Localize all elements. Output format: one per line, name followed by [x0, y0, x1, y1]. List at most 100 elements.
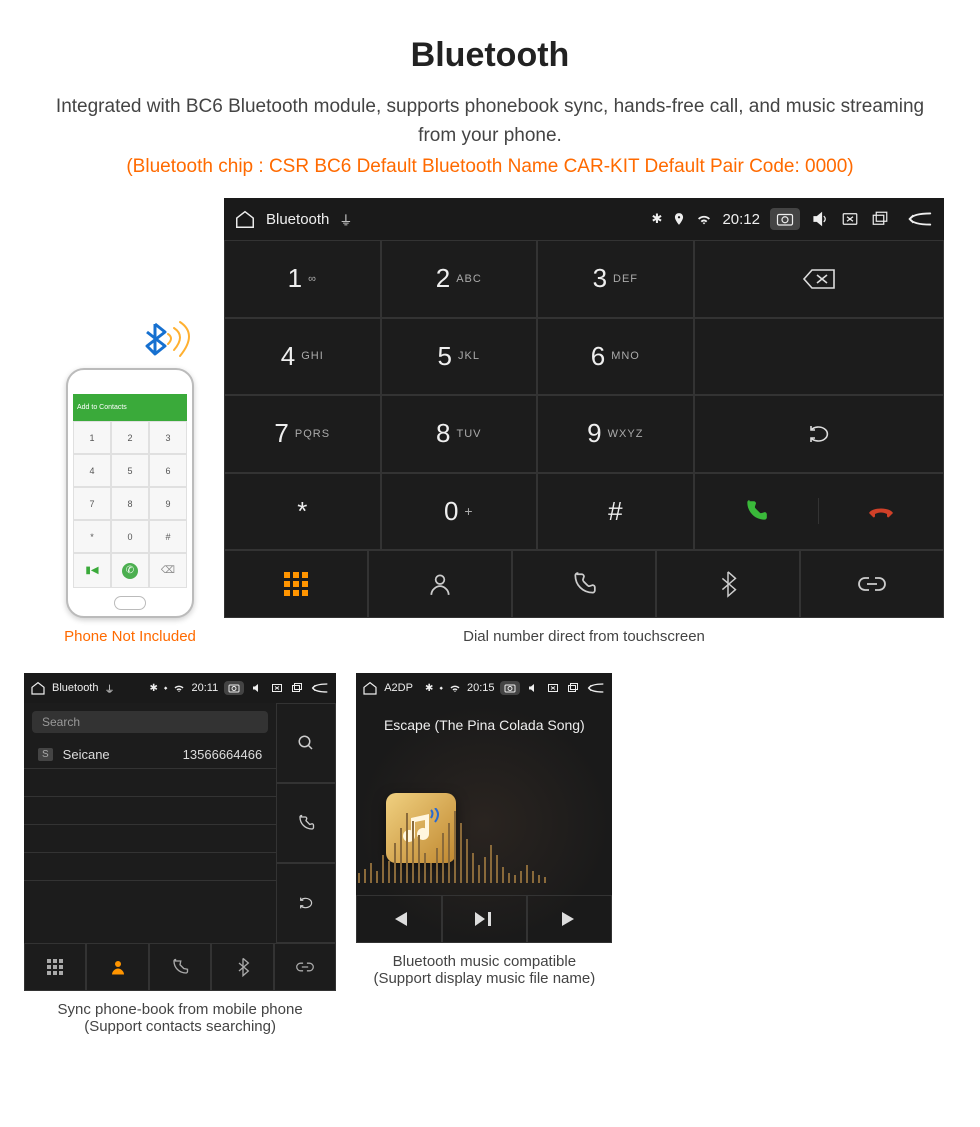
- back-icon[interactable]: [310, 681, 330, 695]
- visualizer-icon: [322, 803, 582, 883]
- tab-keypad[interactable]: [24, 943, 86, 991]
- gps-icon: ⬩: [164, 683, 168, 694]
- bluetooth-waves-icon: [130, 314, 200, 364]
- phone-key: #: [149, 520, 187, 553]
- app-title: A2DP: [384, 682, 413, 694]
- next-button[interactable]: [527, 895, 612, 943]
- contacts-icon: [427, 571, 453, 597]
- phone-key: 5: [111, 454, 149, 487]
- search-input[interactable]: Search: [32, 711, 268, 733]
- close-app-icon[interactable]: [270, 682, 284, 694]
- key-6[interactable]: 6MNO: [537, 318, 694, 396]
- back-icon[interactable]: [586, 681, 606, 695]
- key-9[interactable]: 9WXYZ: [537, 395, 694, 473]
- usb-icon: ⏚: [104, 681, 114, 696]
- key-4[interactable]: 4GHI: [224, 318, 381, 396]
- gps-icon: ⬩: [439, 683, 443, 694]
- volume-icon[interactable]: [810, 210, 830, 228]
- backspace-button[interactable]: [694, 240, 944, 318]
- hangup-button[interactable]: [819, 501, 943, 521]
- screenshot-icon[interactable]: [770, 208, 800, 230]
- phone-backspace-icon: ⌫: [149, 553, 187, 588]
- phone-key: 8: [111, 487, 149, 520]
- search-button[interactable]: [276, 703, 336, 783]
- home-icon[interactable]: [362, 680, 378, 696]
- recents-icon[interactable]: [290, 682, 304, 694]
- app-title: Bluetooth: [52, 682, 98, 694]
- phone-illustration: Add to Contacts 1 2 3 4 5 6 7 8 9 * 0 #: [66, 368, 194, 618]
- keypad-icon: [47, 959, 63, 975]
- tab-link[interactable]: [800, 550, 944, 618]
- key-0[interactable]: 0+: [381, 473, 538, 551]
- next-icon: [560, 910, 580, 928]
- blank-cell: [694, 318, 944, 396]
- contact-initial-badge: S: [38, 748, 53, 761]
- gps-icon: [672, 212, 686, 226]
- home-icon[interactable]: [234, 208, 256, 230]
- key-3[interactable]: 3DEF: [537, 240, 694, 318]
- phone-key: 0: [111, 520, 149, 553]
- tab-keypad[interactable]: [224, 550, 368, 618]
- tab-link[interactable]: [274, 943, 336, 991]
- screenshot-icon[interactable]: [224, 681, 244, 695]
- tab-contacts[interactable]: [368, 550, 512, 618]
- bluetooth-icon: [236, 957, 250, 977]
- recents-icon[interactable]: [870, 210, 890, 228]
- key-star[interactable]: *: [224, 473, 381, 551]
- wifi-icon: [173, 683, 185, 693]
- tab-bluetooth[interactable]: [211, 943, 273, 991]
- play-pause-button[interactable]: [442, 895, 527, 943]
- search-icon: [297, 734, 315, 752]
- usb-icon: ⏚: [339, 210, 352, 229]
- keypad-icon: [284, 572, 308, 596]
- phone-caption: Phone Not Included: [50, 628, 210, 645]
- contact-name: Seicane: [63, 747, 183, 762]
- music-panel: A2DP ✱ ⬩ 20:15 Escape (The Pina Colada S…: [356, 673, 612, 943]
- page-title: Bluetooth: [0, 36, 980, 75]
- recents-icon[interactable]: [566, 682, 580, 694]
- call-button[interactable]: [695, 498, 819, 524]
- bluetooth-status-icon: ✱: [425, 683, 433, 694]
- tab-contacts[interactable]: [86, 943, 148, 991]
- redial-button[interactable]: [694, 395, 944, 473]
- phone-key: *: [73, 520, 111, 553]
- phone-key: 7: [73, 487, 111, 520]
- refresh-icon: [296, 895, 316, 911]
- tab-bluetooth[interactable]: [656, 550, 800, 618]
- phone-key: 9: [149, 487, 187, 520]
- clock: 20:15: [467, 682, 495, 694]
- screenshot-icon[interactable]: [500, 681, 520, 695]
- volume-icon[interactable]: [250, 682, 264, 694]
- link-icon: [858, 573, 886, 595]
- tab-calllog[interactable]: [149, 943, 211, 991]
- key-5[interactable]: 5JKL: [381, 318, 538, 396]
- volume-icon[interactable]: [526, 682, 540, 694]
- close-app-icon[interactable]: [840, 210, 860, 228]
- spec-line: (Bluetooth chip : CSR BC6 Default Blueto…: [0, 156, 980, 178]
- app-title: Bluetooth: [266, 211, 329, 228]
- key-1[interactable]: 1∞: [224, 240, 381, 318]
- close-app-icon[interactable]: [546, 682, 560, 694]
- key-hash[interactable]: #: [537, 473, 694, 551]
- prev-button[interactable]: [356, 895, 441, 943]
- clock: 20:12: [722, 211, 760, 228]
- music-caption-1: Bluetooth music compatible: [356, 953, 612, 970]
- bluetooth-status-icon: ✱: [652, 211, 663, 227]
- home-icon[interactable]: [30, 680, 46, 696]
- contact-row-empty: [24, 797, 276, 825]
- dialer-panel: Bluetooth ⏚ ✱ 20:12 1∞ 2ABC 3DEF 4GHI 5: [224, 198, 944, 618]
- key-7[interactable]: 7PQRS: [224, 395, 381, 473]
- key-2[interactable]: 2ABC: [381, 240, 538, 318]
- key-8[interactable]: 8TUV: [381, 395, 538, 473]
- status-bar: Bluetooth ⏚ ✱ ⬩ 20:11: [24, 673, 336, 703]
- wifi-icon: [449, 683, 461, 693]
- phone-video-icon: ▮◀: [73, 553, 111, 588]
- link-icon: [295, 960, 315, 974]
- clock: 20:11: [191, 682, 218, 694]
- back-icon[interactable]: [906, 209, 934, 229]
- phone-key: 2: [111, 421, 149, 454]
- contact-row[interactable]: S Seicane 13566664466: [24, 741, 276, 769]
- tab-calllog[interactable]: [512, 550, 656, 618]
- phone-key: 1: [73, 421, 111, 454]
- contact-row-empty: [24, 853, 276, 881]
